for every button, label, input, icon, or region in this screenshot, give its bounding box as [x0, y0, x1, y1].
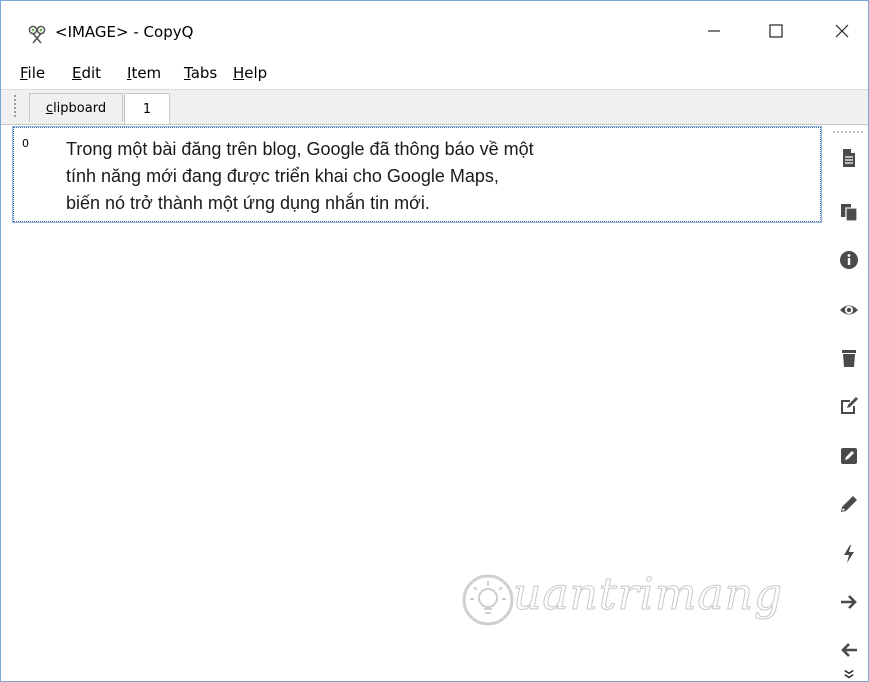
- info-button[interactable]: [834, 243, 864, 277]
- menu-bar: File Edit Item Tabs Help: [1, 58, 868, 88]
- move-right-icon: [841, 595, 857, 609]
- edit-pencil-button[interactable]: [834, 487, 864, 521]
- delete-button[interactable]: [834, 341, 864, 375]
- new-item-icon: [843, 149, 855, 167]
- move-left-button[interactable]: [834, 633, 864, 667]
- minimize-button[interactable]: [691, 11, 737, 51]
- tab-1-label: 1: [142, 101, 152, 117]
- menu-file[interactable]: File: [20, 64, 45, 82]
- preview-icon: [840, 305, 858, 315]
- item-index: 0: [22, 137, 29, 150]
- item-toolbar: [830, 127, 868, 681]
- item-text: Trong một bài đăng trên blog, Google đã …: [66, 139, 534, 213]
- menu-tabs[interactable]: Tabs: [184, 64, 217, 82]
- move-left-icon: [841, 643, 857, 657]
- watermark: uantrimang: [461, 567, 791, 637]
- close-button[interactable]: [819, 11, 865, 51]
- edit-button[interactable]: [834, 389, 864, 423]
- delete-icon: [842, 350, 856, 367]
- tab-bar: clipboard 1: [1, 89, 868, 125]
- list-item[interactable]: 0 Trong một bài đăng trên blog, Google đ…: [12, 126, 822, 223]
- maximize-button[interactable]: [753, 11, 799, 51]
- move-right-button[interactable]: [834, 585, 864, 619]
- toolbar-grip[interactable]: [14, 95, 16, 117]
- close-icon: [835, 24, 849, 38]
- menu-item[interactable]: Item: [127, 64, 161, 82]
- menu-help[interactable]: Help: [233, 64, 267, 82]
- watermark-text: uantrimang: [512, 569, 784, 621]
- commands-button[interactable]: [834, 537, 864, 571]
- info-icon: [840, 251, 858, 269]
- more-button[interactable]: [834, 667, 864, 681]
- title-bar[interactable]: <IMAGE> - CopyQ: [1, 1, 868, 55]
- tab-clipboard-label: clipboard: [45, 100, 107, 116]
- minimize-icon: [708, 30, 720, 32]
- edit-external-icon: [841, 448, 857, 464]
- more-icon: [844, 669, 854, 679]
- copy-icon: [841, 204, 858, 222]
- commands-icon: [844, 545, 854, 563]
- toolbar-grip-horizontal[interactable]: [833, 131, 865, 133]
- preview-button[interactable]: [834, 293, 864, 327]
- maximize-icon: [769, 24, 783, 38]
- edit-external-button[interactable]: [834, 439, 864, 473]
- app-window: <IMAGE> - CopyQ File Edit Item Tabs Help…: [0, 0, 869, 682]
- tab-1[interactable]: 1: [124, 93, 170, 124]
- edit-pencil-icon: [841, 496, 857, 512]
- new-item-button[interactable]: [834, 141, 864, 175]
- app-icon: [28, 25, 46, 44]
- tab-clipboard[interactable]: clipboard: [29, 93, 123, 122]
- window-title: <IMAGE> - CopyQ: [55, 23, 194, 41]
- item-list[interactable]: 0 Trong một bài đăng trên blog, Google đ…: [10, 126, 828, 681]
- copy-button[interactable]: [834, 195, 864, 229]
- menu-edit[interactable]: Edit: [72, 64, 101, 82]
- edit-icon: [841, 397, 858, 414]
- watermark-logo-icon: [462, 574, 514, 626]
